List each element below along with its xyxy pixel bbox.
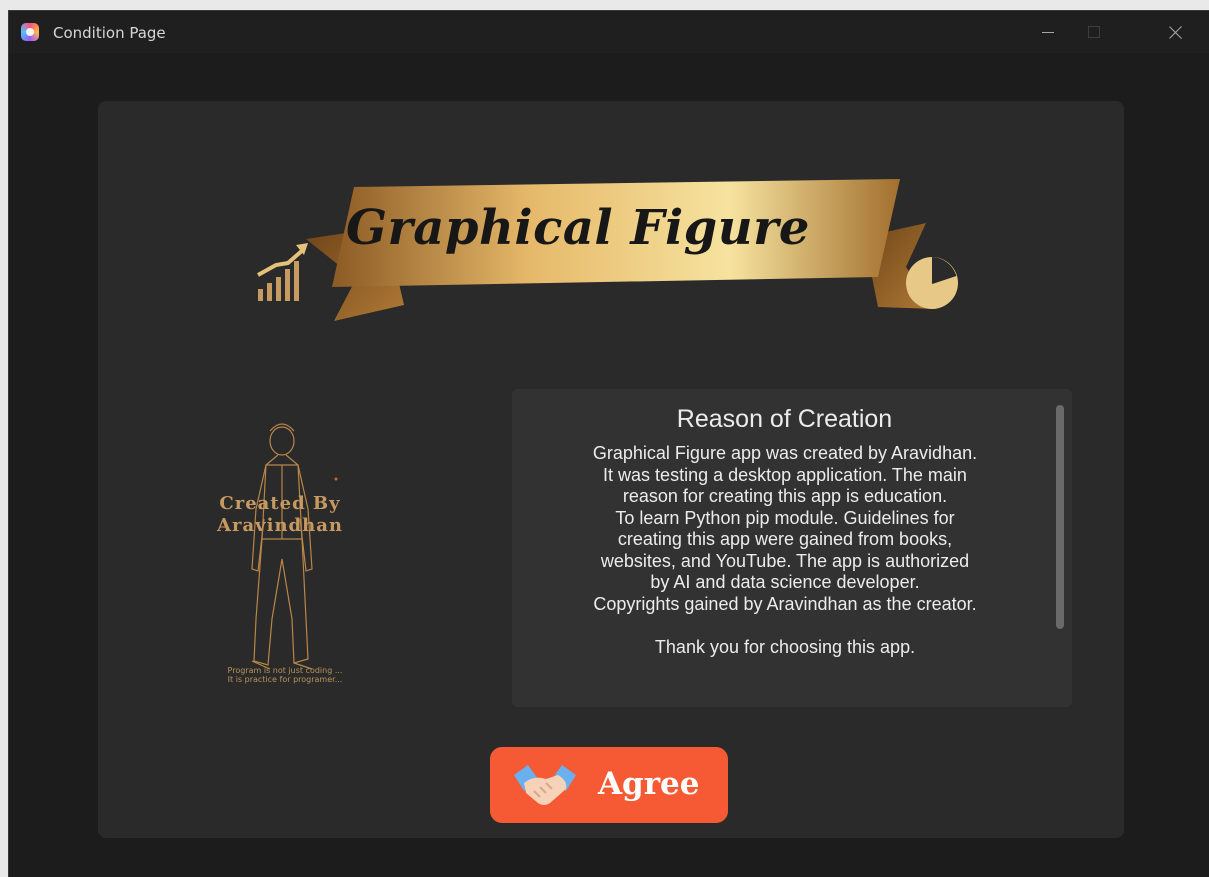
handshake-icon [514,765,576,805]
reason-line: To learn Python pip module. Guidelines f… [615,507,955,528]
reason-line: websites, and YouTube. The app is author… [600,550,970,571]
reason-line: by AI and data science developer. [650,572,920,592]
tagline-line-2: It is practice for programer... [227,675,343,684]
creator-line-1: Created By [219,493,341,514]
app-window: Condition Page Graphical Figure Created … [8,10,1209,877]
reason-title: Reason of Creation [676,405,893,433]
maximize-icon [1088,26,1100,38]
tagline-line-1: Program is not just coding ... [227,666,343,675]
reason-line: It was testing a desktop application. Th… [603,464,967,485]
creator-label: Created By Aravindhan [190,493,370,537]
vertical-scrollbar[interactable] [1056,405,1064,629]
pie-chart-icon [906,257,958,309]
bar-chart-icon [257,243,308,301]
maximize-button[interactable] [1071,11,1117,53]
title-bar[interactable]: Condition Page [9,11,1209,53]
creator-tagline: Program is not just coding ... It is pra… [190,666,380,684]
creator-illustration [251,423,338,670]
window-title: Condition Page [53,24,166,42]
close-icon [1169,25,1183,39]
agree-button[interactable]: Agree [490,747,728,823]
reason-body: Graphical Figure app was created by Arav… [530,443,1040,658]
reason-line: reason for creating this app is educatio… [622,486,948,506]
close-button[interactable] [1153,11,1199,53]
agree-label: Agree [598,766,700,802]
thank-you-text: Thank you for choosing this app. [654,636,916,657]
minimize-icon [1042,31,1054,33]
reason-line: Graphical Figure app was created by Arav… [592,443,978,463]
reason-text-box[interactable]: Reason of Creation Graphical Figure app … [512,389,1072,707]
reason-line: creating this app were gained from books… [617,529,953,549]
content-panel: Graphical Figure Created By Aravindhan P [98,101,1124,838]
minimize-button[interactable] [1025,11,1071,53]
reason-line: Copyrights gained by Aravindhan as the c… [593,593,977,614]
banner-title: Graphical Figure [346,200,810,256]
creator-line-2: Aravindhan [217,515,343,536]
app-logo-icon [21,23,39,41]
